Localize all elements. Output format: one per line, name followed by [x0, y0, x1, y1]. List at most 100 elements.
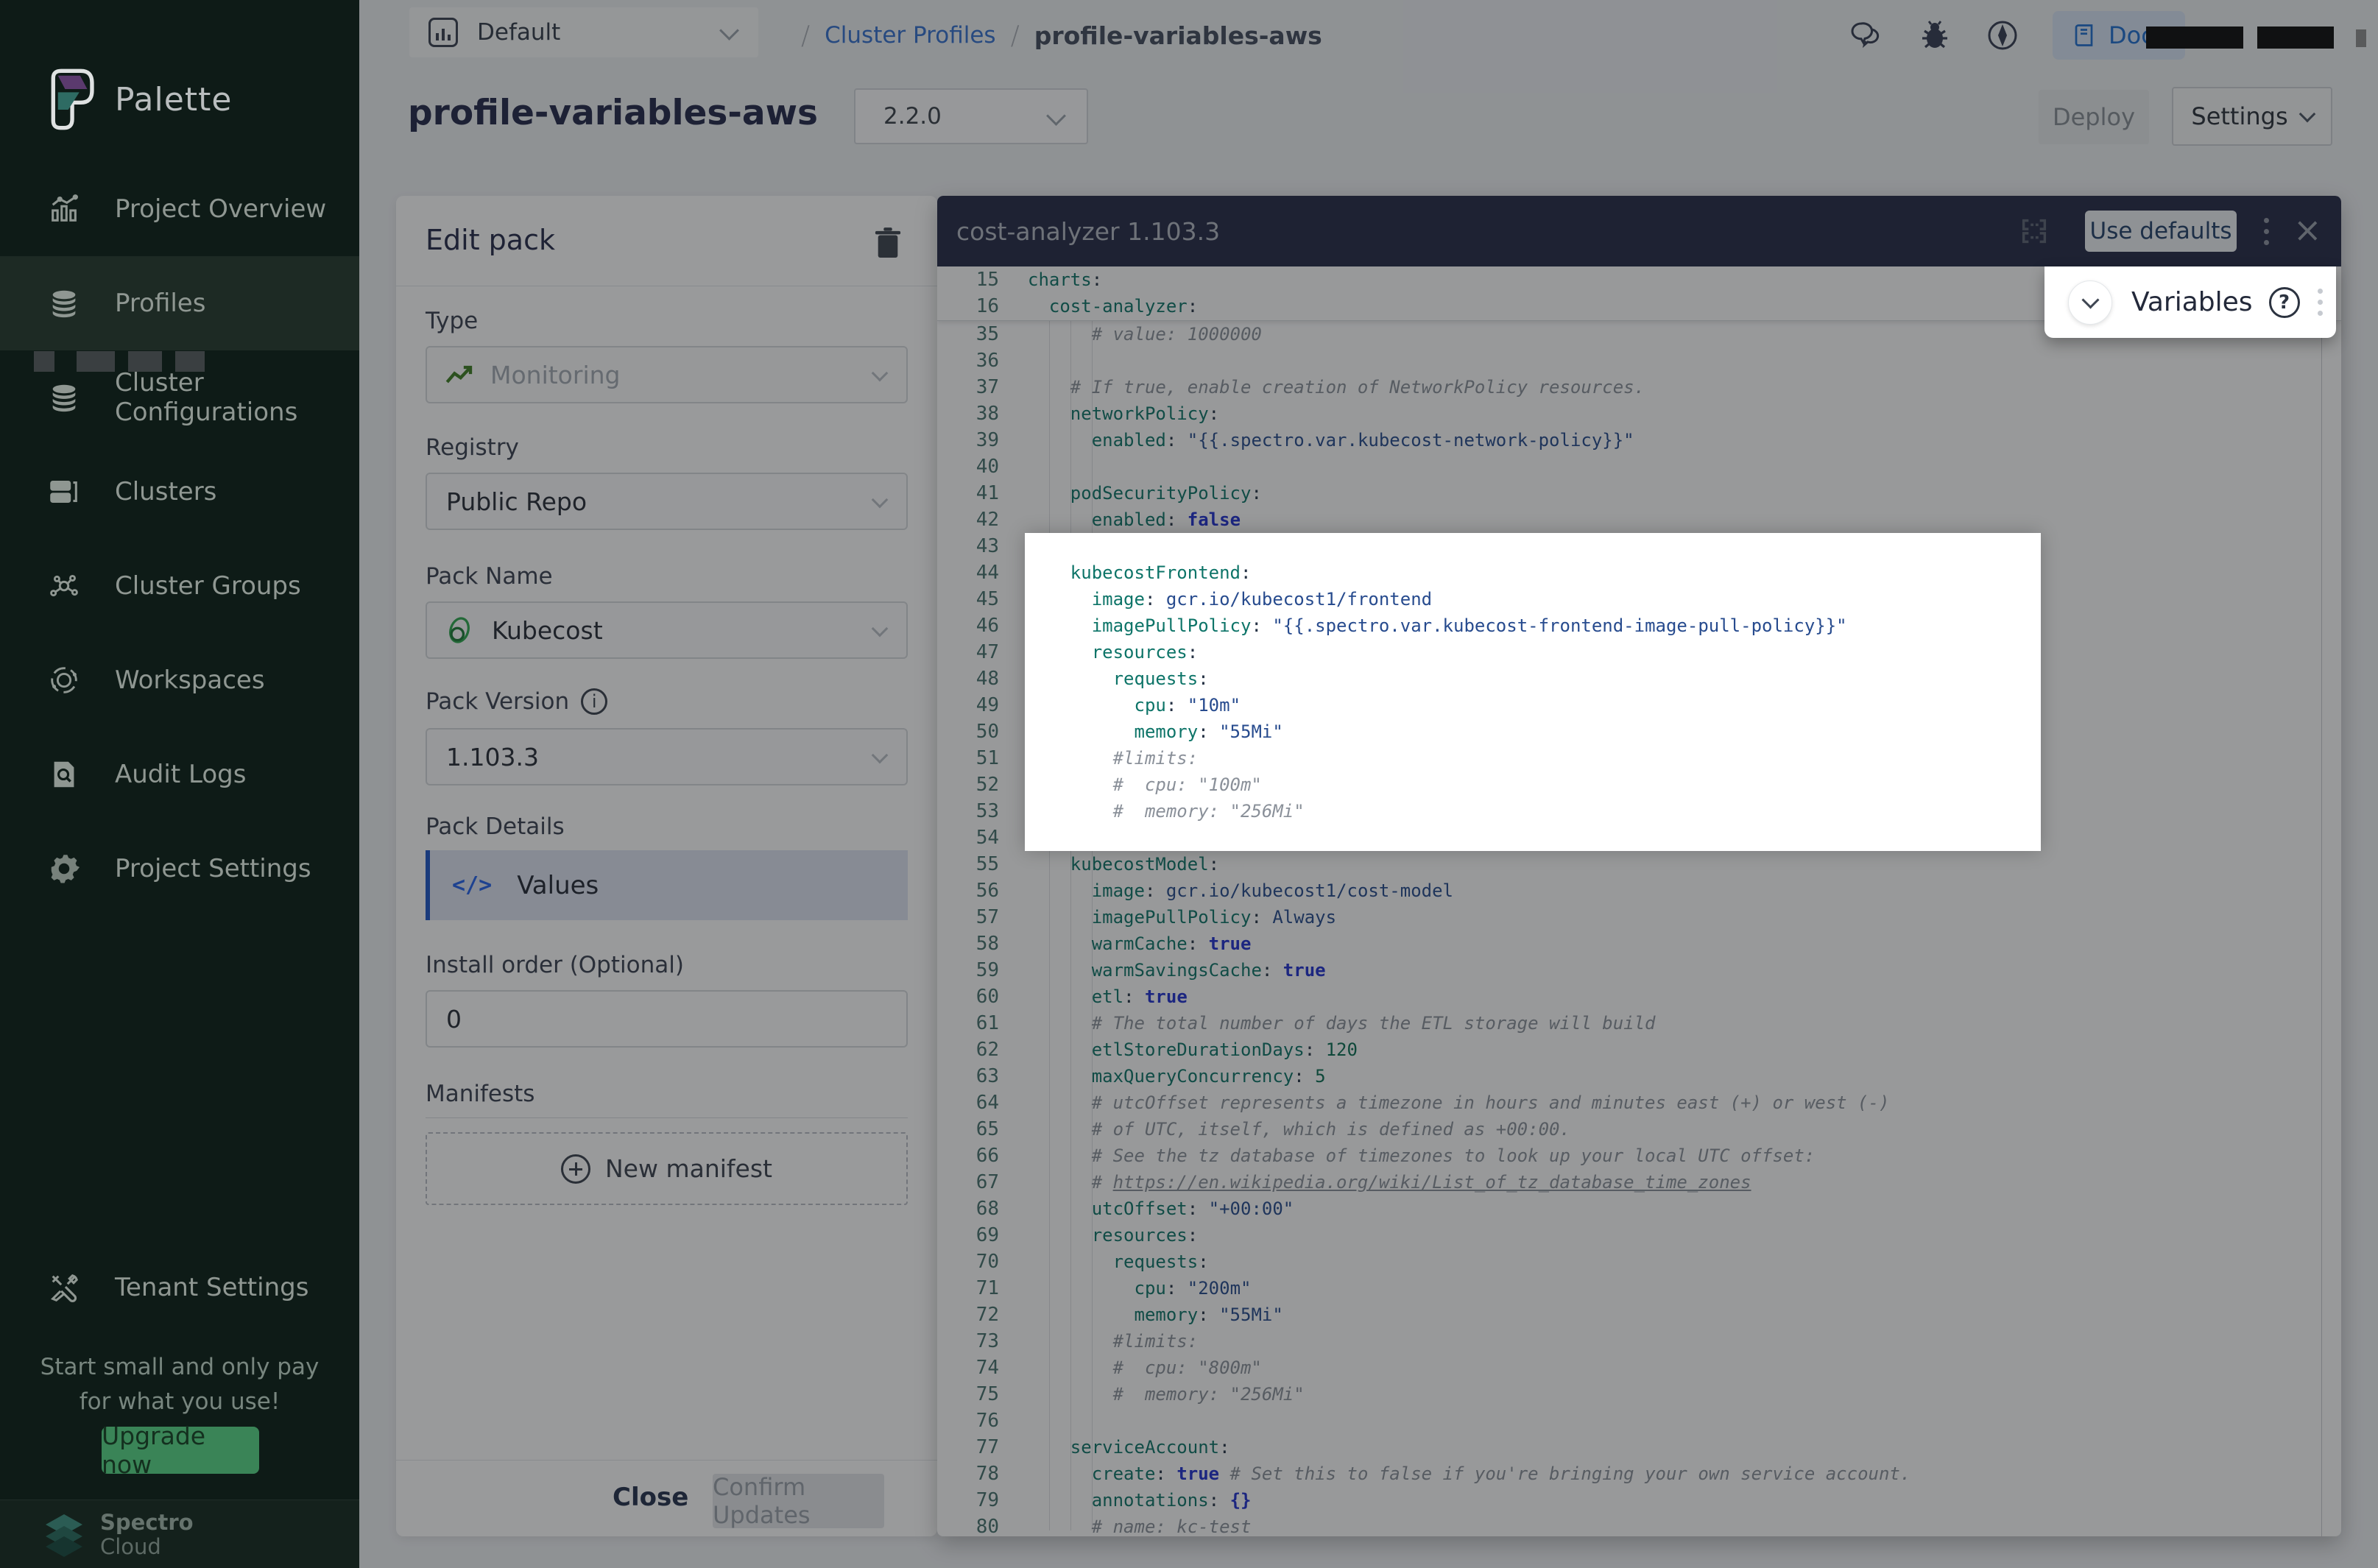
line-number: 35 — [937, 321, 999, 347]
code-line[interactable]: 64 # utcOffset represents a timezone in … — [937, 1090, 2341, 1116]
redacted-user-name — [2146, 27, 2243, 49]
code-line[interactable]: 73 #limits: — [937, 1328, 2341, 1355]
code-line[interactable]: 71 cpu: "200m" — [937, 1275, 2341, 1302]
close-icon[interactable]: × — [2293, 208, 2322, 252]
project-selector[interactable]: Default — [409, 7, 758, 57]
docs-book-icon — [2072, 22, 2098, 49]
code-line[interactable]: 70 requests: — [937, 1249, 2341, 1275]
editor-menu-kebab-icon[interactable] — [2264, 218, 2269, 245]
variables-menu-kebab-icon[interactable] — [2318, 289, 2323, 316]
help-icon[interactable]: ? — [2269, 287, 2300, 318]
code-line[interactable]: 36 — [937, 347, 2341, 374]
code-line[interactable]: 80 # name: kc-test — [937, 1514, 2341, 1536]
edit-pack-title: Edit pack — [426, 224, 555, 256]
code-line[interactable]: 69 resources: — [937, 1222, 2341, 1249]
delete-pack-trash-icon[interactable] — [874, 227, 902, 259]
project-icon — [428, 18, 458, 47]
variables-panel: Variables ? — [2044, 266, 2336, 338]
line-number: 36 — [937, 347, 999, 374]
registry-select[interactable]: Public Repo — [426, 473, 908, 530]
code-line[interactable]: 39 enabled: "{{.spectro.var.kubecost-net… — [937, 427, 2341, 453]
code-area[interactable]: 35 # value: 10000003637 # If true, enabl… — [937, 321, 2341, 1536]
new-manifest-label: New manifest — [605, 1154, 772, 1183]
line-number: 69 — [937, 1222, 999, 1249]
code-text: # memory: "256Mi" — [1028, 1381, 1305, 1408]
code-line[interactable]: 60 etl: true — [937, 983, 2341, 1010]
sidebar-item-workspaces[interactable]: Workspaces — [0, 633, 359, 727]
code-line[interactable]: 66 # See the tz database of timezones to… — [937, 1143, 2341, 1169]
code-line[interactable]: 77 serviceAccount: — [937, 1434, 2341, 1461]
sidebar-item-clusters[interactable]: Clusters — [0, 445, 359, 539]
code-line[interactable]: 59 warmSavingsCache: true — [937, 957, 2341, 983]
code-text: # utcOffset represents a timezone in hou… — [1028, 1090, 1889, 1116]
code-line[interactable]: 72 memory: "55Mi" — [937, 1302, 2341, 1328]
code-line[interactable]: 67 # https://en.wikipedia.org/wiki/List_… — [937, 1169, 2341, 1196]
breadcrumb-cluster-profiles-link[interactable]: Cluster Profiles — [825, 22, 995, 49]
line-number: 42 — [937, 506, 999, 533]
pack-version-select[interactable]: 1.103.3 — [426, 728, 908, 785]
chevron-down-icon — [1046, 106, 1066, 126]
code-line[interactable]: 38 networkPolicy: — [937, 400, 2341, 427]
line-number: 66 — [937, 1143, 999, 1169]
kubecost-logo-icon — [445, 614, 474, 646]
code-line[interactable]: 62 etlStoreDurationDays: 120 — [937, 1036, 2341, 1063]
registry-value: Public Repo — [446, 487, 587, 516]
clusters-icon — [47, 475, 81, 509]
divider — [396, 1460, 937, 1461]
bug-report-icon[interactable] — [1917, 18, 1952, 53]
feedback-chat-icon[interactable] — [1846, 18, 1885, 53]
help-compass-icon[interactable] — [1985, 18, 2020, 53]
line-number: 54 — [937, 824, 999, 851]
code-line[interactable]: 61 # The total number of days the ETL st… — [937, 1010, 2341, 1036]
use-defaults-button[interactable]: Use defaults — [2085, 211, 2237, 252]
install-order-input[interactable]: 0 — [426, 990, 908, 1048]
code-line[interactable]: 46 imagePullPolicy: "{{.spectro.var.kube… — [937, 612, 2341, 639]
sidebar-item-cluster-configurations[interactable]: Cluster Configurations — [0, 350, 359, 445]
pack-version-label: Pack Version i — [426, 688, 607, 715]
code-line[interactable]: 68 utcOffset: "+00:00" — [937, 1196, 2341, 1222]
code-text: enabled: false — [1028, 506, 1241, 533]
sidebar-item-label: Project Overview — [115, 194, 326, 224]
pack-details-values-item[interactable]: </> Values — [426, 850, 908, 920]
code-line[interactable]: 58 warmCache: true — [937, 930, 2341, 957]
close-button[interactable]: Close — [613, 1483, 688, 1512]
upgrade-now-button[interactable]: Upgrade now — [102, 1427, 259, 1474]
code-line[interactable]: 56 image: gcr.io/kubecost1/cost-model — [937, 877, 2341, 904]
line-number: 68 — [937, 1196, 999, 1222]
code-line[interactable]: 41 podSecurityPolicy: — [937, 480, 2341, 506]
code-line[interactable]: 78 create: true # Set this to false if y… — [937, 1461, 2341, 1487]
code-text: serviceAccount: — [1028, 1434, 1230, 1461]
brand-name: Palette — [115, 81, 232, 119]
code-line[interactable]: 42 enabled: false — [937, 506, 2341, 533]
code-line[interactable]: 57 imagePullPolicy: Always — [937, 904, 2341, 930]
code-line[interactable]: 55 kubecostModel: — [937, 851, 2341, 877]
variables-collapse-button[interactable] — [2068, 280, 2112, 325]
settings-button[interactable]: Settings — [2172, 87, 2332, 146]
code-line[interactable]: 74 # cpu: "800m" — [937, 1355, 2341, 1381]
line-number: 57 — [937, 904, 999, 930]
code-line[interactable]: 76 — [937, 1408, 2341, 1434]
profile-version-select[interactable]: 2.2.0 — [854, 88, 1088, 144]
sidebar-item-project-settings[interactable]: Project Settings — [0, 822, 359, 916]
confirm-updates-button[interactable]: Confirm Updates — [713, 1474, 884, 1528]
code-line[interactable]: 65 # of UTC, itself, which is defined as… — [937, 1116, 2341, 1143]
code-text: resources: — [1028, 639, 1198, 665]
code-line[interactable]: 40 — [937, 453, 2341, 480]
editor-title: cost-analyzer 1.103.3 — [956, 196, 1220, 266]
sidebar-item-audit-logs[interactable]: Audit Logs — [0, 727, 359, 822]
code-line[interactable]: 75 # memory: "256Mi" — [937, 1381, 2341, 1408]
type-value: Monitoring — [490, 361, 620, 389]
info-icon[interactable]: i — [581, 688, 607, 715]
sidebar-item-project-overview[interactable]: Project Overview — [0, 162, 359, 256]
code-line[interactable]: 63 maxQueryConcurrency: 5 — [937, 1063, 2341, 1090]
new-manifest-button[interactable]: New manifest — [426, 1132, 908, 1205]
pack-name-select[interactable]: Kubecost — [426, 601, 908, 659]
diff-compare-icon[interactable] — [2017, 215, 2051, 247]
editor-scrollbar[interactable] — [2321, 321, 2322, 1536]
code-line[interactable]: 37 # If true, enable creation of Network… — [937, 374, 2341, 400]
sidebar-item-profiles[interactable]: Profiles — [0, 256, 359, 350]
sidebar-item-tenant-settings[interactable]: Tenant Settings — [0, 1240, 359, 1335]
code-line[interactable]: 79 annotations: {} — [937, 1487, 2341, 1514]
sidebar-item-cluster-groups[interactable]: Cluster Groups — [0, 539, 359, 633]
deploy-button[interactable]: Deploy — [2039, 90, 2149, 144]
